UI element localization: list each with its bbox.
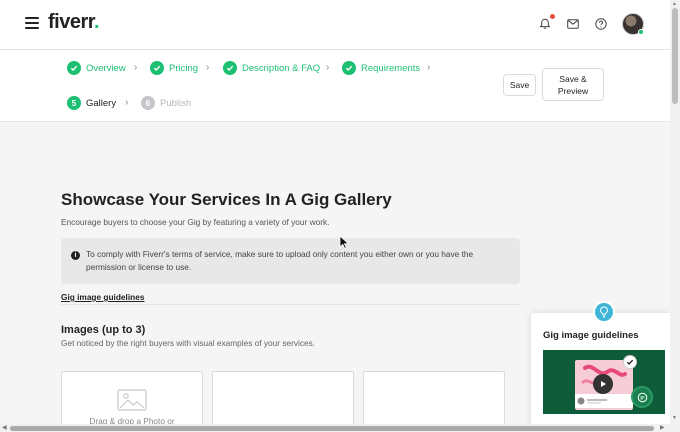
vertical-scrollbar[interactable]: ▲ ▼ (670, 0, 680, 424)
check-icon (67, 61, 81, 75)
mouse-cursor-icon (339, 235, 349, 249)
gig-image-guidelines-link[interactable]: Gig image guidelines (61, 292, 144, 302)
thumbnail-caption-bar (575, 394, 633, 408)
lightbulb-icon[interactable] (593, 301, 615, 323)
image-dropzone-2[interactable] (212, 371, 354, 431)
image-dropzone-1[interactable]: Drag & drop a Photo or (61, 371, 203, 431)
chevron-right-icon: › (125, 97, 129, 108)
image-dropzone-3[interactable] (363, 371, 505, 431)
scroll-down-arrow-icon[interactable]: ▼ (672, 415, 677, 421)
hamburger-menu-icon[interactable] (25, 17, 39, 29)
horizontal-scrollbar[interactable]: ◀ ▶ (0, 424, 680, 432)
save-preview-button[interactable]: Save & Preview (542, 68, 604, 101)
chat-icon[interactable] (631, 386, 653, 408)
step-number-badge: 5 (67, 96, 81, 110)
scroll-up-arrow-icon[interactable]: ▲ (672, 1, 677, 7)
online-status-dot (638, 29, 644, 35)
check-icon (623, 355, 637, 369)
guidelines-video-thumbnail[interactable] (543, 350, 665, 414)
page-title: Showcase Your Services In A Gig Gallery (61, 190, 392, 209)
check-icon (223, 61, 237, 75)
chevron-right-icon: › (134, 62, 138, 73)
chevron-right-icon: › (427, 62, 431, 73)
vertical-scrollbar-thumb[interactable] (672, 8, 678, 104)
terms-notice: i To comply with Fiverr's terms of servi… (61, 238, 520, 284)
step-pricing[interactable]: Pricing (150, 61, 198, 75)
mail-icon[interactable] (566, 17, 580, 31)
chevron-right-icon: › (326, 62, 330, 73)
horizontal-scrollbar-thumb[interactable] (10, 426, 654, 431)
check-icon (150, 61, 164, 75)
step-publish[interactable]: 6 Publish (141, 96, 191, 110)
guidelines-panel: Gig image guidelines (531, 313, 670, 424)
fiverr-logo[interactable]: fiverr. (48, 11, 100, 34)
panel-title: Gig image guidelines (543, 330, 639, 341)
image-placeholder-icon (117, 389, 147, 411)
images-section-subtitle: Get noticed by the right buyers with vis… (61, 338, 316, 348)
profile-bar-icon (577, 397, 607, 405)
step-gallery[interactable]: 5 Gallery (67, 96, 116, 110)
top-navbar: fiverr. (0, 0, 670, 50)
gig-stepper: Overview › Pricing › Description & FAQ ›… (0, 50, 670, 122)
help-icon[interactable] (594, 17, 608, 31)
chevron-right-icon: › (206, 62, 210, 73)
divider (61, 304, 520, 305)
images-section-title: Images (up to 3) (61, 324, 146, 336)
page-subtitle: Encourage buyers to choose your Gig by f… (61, 217, 330, 227)
avatar[interactable] (622, 13, 644, 35)
step-requirements[interactable]: Requirements (342, 61, 420, 75)
step-number-badge: 6 (141, 96, 155, 110)
check-icon (342, 61, 356, 75)
header-icons (538, 13, 644, 35)
step-description-faq[interactable]: Description & FAQ (223, 61, 320, 75)
info-icon: i (71, 251, 80, 260)
bell-icon[interactable] (538, 14, 555, 31)
notification-dot (550, 14, 555, 19)
save-button[interactable]: Save (503, 74, 536, 96)
scroll-left-arrow-icon[interactable]: ◀ (2, 424, 7, 431)
scroll-right-arrow-icon[interactable]: ▶ (660, 424, 665, 431)
notice-text: To comply with Fiverr's terms of service… (86, 249, 474, 272)
play-icon[interactable] (593, 374, 613, 394)
step-overview[interactable]: Overview (67, 61, 126, 75)
